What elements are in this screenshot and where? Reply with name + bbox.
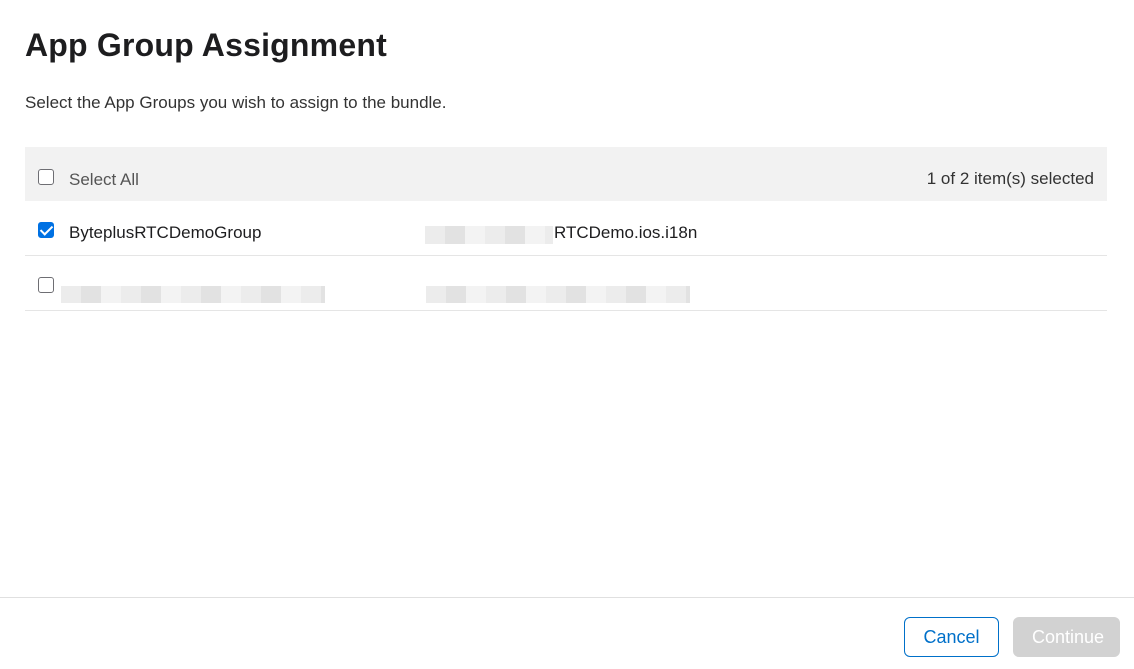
selected-count: 1 of 2 item(s) selected (926, 169, 1094, 188)
app-group-identifier-suffix: RTCDemo.ios.i18n (554, 223, 698, 242)
cancel-button[interactable]: Cancel (904, 617, 999, 657)
dialog-title: App Group Assignment (25, 27, 387, 63)
redacted-block (425, 226, 553, 244)
app-groups-table: Select All 1 of 2 item(s) selected Bytep… (25, 147, 1107, 311)
table-row[interactable] (25, 256, 1107, 311)
dialog-subtitle: Select the App Groups you wish to assign… (25, 93, 447, 112)
continue-button[interactable]: Continue (1013, 617, 1120, 657)
redacted-block (61, 286, 325, 303)
row-checkbox[interactable] (38, 277, 54, 293)
app-group-identifier: RTCDemo.ios.i18n (425, 223, 698, 244)
table-header: Select All 1 of 2 item(s) selected (25, 147, 1107, 201)
row-checkbox-checked[interactable] (38, 222, 54, 238)
select-all-label[interactable]: Select All (69, 170, 139, 190)
select-all-checkbox[interactable] (38, 169, 54, 185)
table-row[interactable]: ByteplusRTCDemoGroup RTCDemo.ios.i18n (25, 201, 1107, 256)
redacted-block (426, 286, 690, 303)
app-group-name: ByteplusRTCDemoGroup (69, 223, 262, 242)
dialog-footer: Cancel Continue (0, 597, 1134, 669)
app-group-assignment-dialog: App Group Assignment Select the App Grou… (0, 0, 1134, 669)
